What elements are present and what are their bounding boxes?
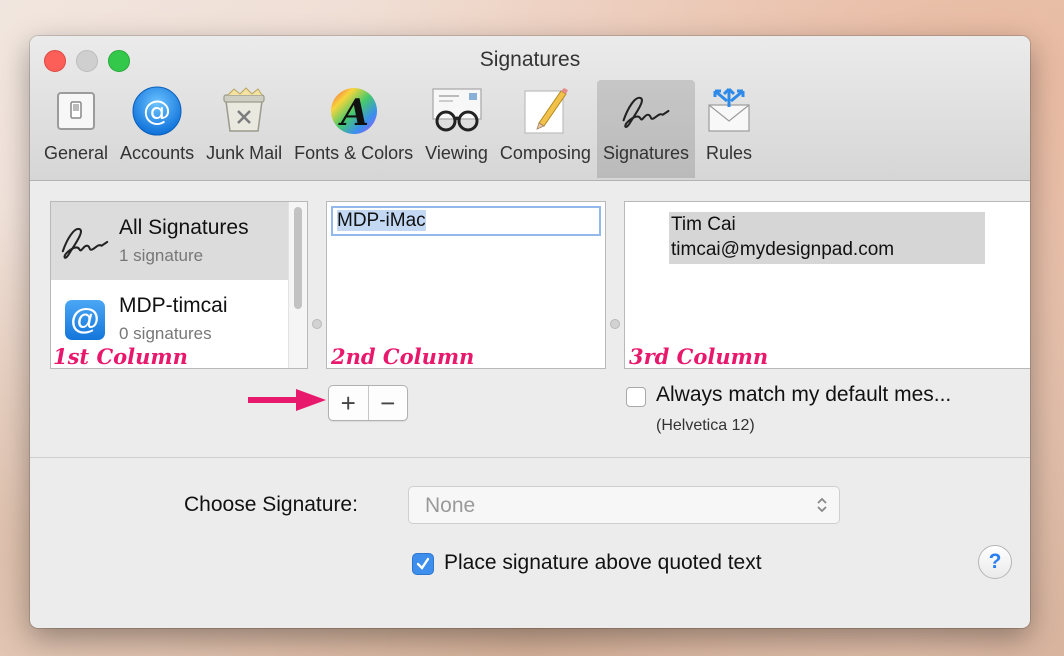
signature-name-field[interactable]: MDP-iMac	[331, 206, 601, 236]
tab-general-label: General	[44, 143, 109, 163]
signature-name-text: MDP-iMac	[337, 210, 426, 231]
add-remove-buttons: + −	[328, 385, 408, 421]
match-default-checkbox[interactable]	[626, 387, 646, 407]
column-splitter-handle[interactable]	[312, 319, 322, 329]
tab-signatures[interactable]: Signatures	[596, 80, 695, 178]
svg-text:@: @	[143, 94, 171, 127]
window-title: Signatures	[479, 48, 581, 71]
tab-rules[interactable]: Rules	[695, 80, 763, 178]
preferences-window: Signatures General @ Accounts Junk Mail	[30, 36, 1030, 628]
tab-general[interactable]: General	[38, 80, 114, 178]
signature-icon	[57, 216, 113, 268]
signature-count: 1 signature	[119, 246, 204, 265]
signature-icon	[618, 83, 674, 139]
tab-rules-label: Rules	[705, 143, 753, 163]
place-above-checkbox[interactable]	[412, 553, 434, 575]
divider	[30, 457, 1030, 458]
preview-line: timcai@mydesignpad.com	[671, 239, 895, 260]
signature-preview-column: Tim Cai timcai@mydesignpad.com 3rd Colum…	[624, 201, 1030, 369]
add-signature-button[interactable]: +	[329, 386, 369, 420]
tab-composing[interactable]: Composing	[494, 80, 597, 178]
account-name: All Signatures	[119, 216, 249, 239]
tab-fonts-colors[interactable]: A Fonts & Colors	[288, 80, 419, 178]
tab-accounts-label: Accounts	[120, 143, 195, 163]
pencil-paper-icon	[517, 83, 573, 139]
accounts-column: All Signatures 1 signature @ MDP-timcai …	[50, 201, 308, 369]
svg-text:A: A	[338, 92, 369, 134]
preview-line: Tim Cai	[671, 214, 736, 235]
tab-junk-mail-label: Junk Mail	[206, 143, 283, 163]
signatures-pane: All Signatures 1 signature @ MDP-timcai …	[30, 181, 1030, 628]
signatures-column: MDP-iMac 2nd Column	[326, 201, 606, 369]
font-label: (Helvetica 12)	[656, 417, 755, 434]
tab-viewing-label: Viewing	[425, 143, 488, 163]
account-name: MDP-timcai	[119, 294, 228, 317]
list-item-all-signatures[interactable]: All Signatures 1 signature	[51, 202, 291, 280]
choose-signature-label: Choose Signature:	[184, 493, 358, 516]
at-icon: @	[129, 83, 185, 139]
column-annotation: 1st Column	[53, 344, 188, 369]
column-annotation: 2nd Column	[331, 344, 475, 369]
junk-trash-icon	[216, 83, 272, 139]
choose-signature-value: None	[425, 494, 476, 517]
scrollbar[interactable]	[288, 202, 307, 368]
preferences-toolbar: General @ Accounts Junk Mail A Fonts & C…	[38, 80, 763, 178]
scrollbar-thumb[interactable]	[294, 207, 302, 309]
signature-count: 0 signatures	[119, 324, 212, 343]
title-bar: Signatures General @ Accounts Junk Mail	[30, 36, 1030, 181]
remove-signature-button[interactable]: −	[369, 386, 408, 420]
signature-preview[interactable]: Tim Cai timcai@mydesignpad.com	[669, 212, 985, 264]
column-splitter-handle[interactable]	[610, 319, 620, 329]
account-icon: @	[57, 294, 113, 346]
tab-fonts-colors-label: Fonts & Colors	[294, 143, 414, 163]
tab-viewing[interactable]: Viewing	[419, 80, 494, 178]
rules-envelope-icon	[701, 83, 757, 139]
tab-junk-mail[interactable]: Junk Mail	[200, 80, 288, 178]
choose-signature-select[interactable]: None	[408, 486, 840, 524]
tab-accounts[interactable]: @ Accounts	[114, 80, 200, 178]
place-above-label: Place signature above quoted text	[444, 551, 762, 574]
checkmark-icon	[416, 557, 430, 570]
tab-composing-label: Composing	[499, 143, 591, 163]
tab-signatures-label: Signatures	[602, 143, 689, 163]
arrow-annotation-icon	[248, 389, 326, 411]
match-default-label: Always match my default mes...	[656, 383, 952, 406]
glasses-icon	[429, 83, 485, 139]
chevron-updown-icon	[817, 497, 827, 513]
column-annotation: 3rd Column	[629, 344, 769, 369]
general-switch-icon	[48, 83, 104, 139]
help-button[interactable]: ?	[978, 545, 1012, 579]
fonts-colors-icon: A	[326, 83, 382, 139]
at-icon: @	[65, 300, 105, 340]
